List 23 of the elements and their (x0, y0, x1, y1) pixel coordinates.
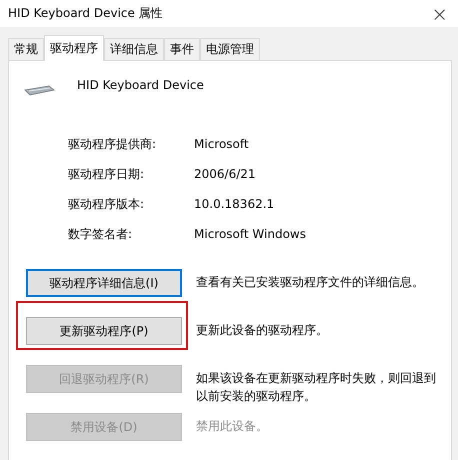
close-button[interactable]: × (431, 2, 448, 26)
window-title: HID Keyboard Device 属性 (8, 5, 163, 22)
property-value: Microsoft (194, 137, 250, 151)
property-value: 2006/6/21 (194, 167, 257, 181)
action-button[interactable]: 驱动程序详细信息(I) (26, 269, 182, 297)
action-description: 如果该设备在更新驱动程序时失败，则回退到以前安装的驱动程序。 (196, 370, 437, 405)
action-button[interactable]: 更新驱动程序(P) (26, 317, 182, 345)
property-label: 驱动程序日期: (68, 167, 146, 181)
tab[interactable]: 详细信息 (104, 38, 164, 60)
tab[interactable]: 驱动程序 (44, 35, 104, 61)
device-name: HID Keyboard Device (77, 78, 204, 92)
action-description: 查看有关已安装驱动程序文件的详细信息。 (196, 274, 425, 291)
property-label: 驱动程序版本: (68, 197, 146, 211)
property-label: 数字签名者: (68, 227, 134, 241)
property-value: Microsoft Windows (194, 227, 307, 241)
keyboard-icon (23, 84, 55, 96)
action-description: 禁用此设备。 (196, 418, 269, 435)
tab[interactable]: 电源管理 (200, 38, 260, 60)
property-label: 驱动程序提供商: (68, 137, 158, 151)
action-description: 更新此设备的驱动程序。 (196, 322, 329, 339)
tab[interactable]: 常规 (8, 38, 44, 60)
tab[interactable]: 事件 (164, 38, 200, 60)
property-value: 10.0.18362.1 (194, 197, 276, 211)
